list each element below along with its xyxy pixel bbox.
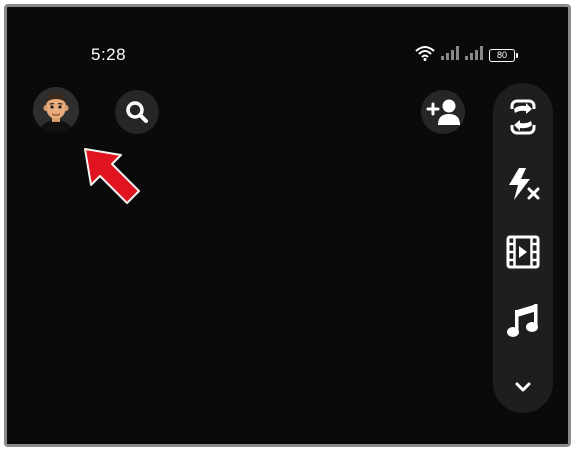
- add-friend-icon: [426, 99, 460, 125]
- video-mode-button[interactable]: [493, 230, 553, 274]
- flip-camera-button[interactable]: [493, 95, 553, 139]
- camera-tools-rail: [493, 83, 553, 413]
- bitmoji-avatar-icon: [39, 93, 73, 133]
- status-icons: 80: [415, 45, 518, 66]
- wifi-icon: [415, 45, 435, 66]
- battery-icon: 80: [489, 48, 518, 62]
- camera-screen: 5:28 80: [4, 4, 571, 447]
- status-time: 5:28: [91, 45, 127, 64]
- video-icon: [506, 235, 540, 269]
- music-button[interactable]: [493, 298, 553, 342]
- search-button[interactable]: [115, 90, 159, 134]
- flash-toggle-button[interactable]: [493, 162, 553, 206]
- flip-camera-icon: [509, 99, 537, 135]
- flash-off-icon: [509, 168, 540, 200]
- chevron-down-icon: [515, 382, 531, 392]
- search-icon: [126, 101, 148, 123]
- music-icon: [507, 304, 538, 337]
- signal-icon: [441, 45, 459, 65]
- signal-icon: [465, 45, 483, 65]
- annotation-arrow-icon: [84, 148, 140, 204]
- add-friend-button[interactable]: [421, 90, 465, 134]
- bitmoji-avatar[interactable]: [33, 87, 79, 133]
- more-tools-button[interactable]: [493, 365, 553, 409]
